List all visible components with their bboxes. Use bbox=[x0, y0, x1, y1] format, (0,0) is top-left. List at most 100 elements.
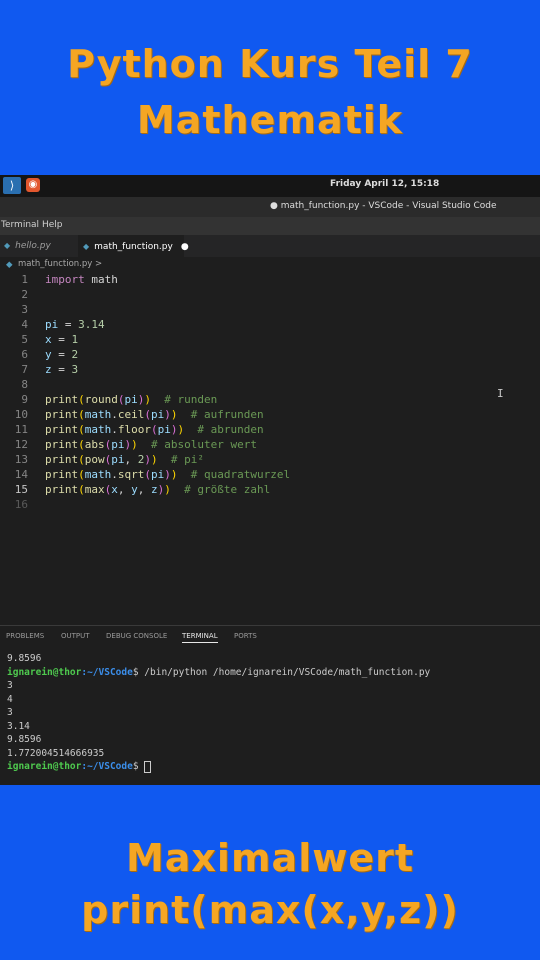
line-number: 8 bbox=[21, 378, 28, 391]
code-line: 13 print(pow(pi, 2)) # pi² bbox=[0, 452, 540, 467]
code-token: pi bbox=[45, 318, 59, 331]
system-clock[interactable]: Friday April 12, 15:18 bbox=[330, 179, 439, 189]
breadcrumb-file[interactable]: math_function.py > bbox=[18, 259, 102, 269]
code-token: = bbox=[58, 333, 65, 346]
terminal-line: 3 bbox=[7, 707, 13, 718]
line-number: 9 bbox=[21, 393, 28, 406]
line-number: 1 bbox=[21, 273, 28, 286]
menu-terminal[interactable]: Terminal bbox=[1, 220, 39, 230]
terminal-line: 4 bbox=[7, 693, 13, 705]
code-token: = bbox=[58, 348, 65, 361]
prompt-path: :~/VSCode bbox=[81, 666, 133, 678]
line-number: 5 bbox=[21, 333, 28, 346]
line-number: 15 bbox=[14, 483, 28, 496]
tab-label: hello.py bbox=[15, 241, 51, 251]
line-number: 7 bbox=[21, 363, 28, 376]
code-line: 11 print(math.floor(pi)) # abrunden bbox=[0, 422, 540, 437]
code-line: 14 print(math.sqrt(pi)) # quadratwurzel bbox=[0, 467, 540, 482]
tab-hello-py[interactable]: ◆ hello.py bbox=[0, 235, 78, 257]
code-comment: # runden bbox=[164, 393, 218, 406]
line-number: 16 bbox=[14, 498, 28, 511]
python-file-icon: ◆ bbox=[4, 241, 11, 250]
window-title: ● math_function.py - VSCode - Visual Stu… bbox=[270, 201, 497, 211]
code-line: 2 bbox=[0, 287, 540, 302]
code-token: z bbox=[45, 363, 52, 376]
banner-caption: Maximalwert bbox=[125, 836, 415, 880]
code-line: 10 print(math.ceil(pi)) # aufrunden bbox=[0, 407, 540, 422]
bottom-panel: PROBLEMS OUTPUT DEBUG CONSOLE TERMINAL P… bbox=[0, 625, 540, 785]
code-line: 5 x = 1 bbox=[0, 332, 540, 347]
tab-terminal[interactable]: TERMINAL bbox=[182, 632, 218, 643]
code-token: = bbox=[64, 318, 72, 331]
code-line: 15 print(max(x, y, z)) # größte zahl bbox=[0, 482, 540, 497]
code-comment: # pi² bbox=[170, 453, 204, 466]
vscode-screenshot: ⟩ ◉ Friday April 12, 15:18 ● math_functi… bbox=[0, 175, 540, 785]
line-number: 12 bbox=[14, 438, 28, 451]
code-token: 3.14 bbox=[78, 318, 105, 331]
prompt-user: ignarein@thor bbox=[7, 761, 82, 772]
prompt-symbol: $ bbox=[132, 761, 139, 772]
code-editor[interactable]: 1 import math 2 3 4 pi = 3.14 5 x = 1 6 y = … bbox=[0, 272, 540, 622]
editor-tabs: ◆ hello.py ◆ math_function.py ● bbox=[0, 235, 540, 257]
ubuntu-icon[interactable]: ◉ bbox=[26, 178, 40, 192]
line-number: 10 bbox=[14, 408, 28, 421]
code-token: math bbox=[91, 273, 118, 286]
panel-tabs: PROBLEMS OUTPUT DEBUG CONSOLE TERMINAL P… bbox=[0, 626, 540, 646]
tab-output[interactable]: OUTPUT bbox=[61, 632, 90, 640]
code-line: 4 pi = 3.14 bbox=[0, 317, 540, 332]
code-line: 3 bbox=[0, 302, 540, 317]
terminal-line: 1.772004514666935 bbox=[7, 747, 105, 759]
system-top-bar: ⟩ ◉ Friday April 12, 15:18 bbox=[0, 175, 540, 197]
terminal-output[interactable]: 9.8596 ignarein@thor:~/VSCode$ /bin/pyth… bbox=[7, 652, 430, 774]
code-comment: # abrunden bbox=[197, 423, 264, 436]
menu-help[interactable]: Help bbox=[42, 220, 63, 230]
python-file-icon: ◆ bbox=[6, 260, 13, 270]
tab-math-function-py[interactable]: ◆ math_function.py ● bbox=[78, 235, 189, 257]
code-comment: # größte zahl bbox=[184, 483, 271, 496]
terminal-prompt-line: ignarein@thor:~/VSCode$ bbox=[7, 760, 430, 774]
window-titlebar: ● math_function.py - VSCode - Visual Stu… bbox=[0, 197, 540, 217]
line-number: 6 bbox=[21, 348, 28, 361]
prompt-path: :~/VSCode bbox=[81, 761, 133, 772]
banner-subtitle: Mathematik bbox=[136, 98, 404, 142]
banner-code: print(max(x,y,z)) bbox=[81, 888, 459, 932]
code-token: import bbox=[45, 273, 85, 286]
code-line: 9 print(round(pi)) # runden bbox=[0, 392, 540, 407]
python-file-icon: ◆ bbox=[83, 242, 90, 251]
code-token: x bbox=[45, 333, 52, 346]
code-token: = bbox=[58, 363, 65, 376]
line-number: 3 bbox=[21, 303, 28, 316]
line-number: 11 bbox=[14, 423, 28, 436]
breadcrumb: ◆ math_function.py > bbox=[0, 257, 540, 273]
terminal-line: 9.8596 bbox=[7, 653, 42, 664]
terminal-command-line: ignarein@thor:~/VSCode$ /bin/python /hom… bbox=[7, 666, 430, 680]
code-comment: # quadratwurzel bbox=[190, 468, 291, 481]
code-token: 2 bbox=[71, 348, 79, 361]
line-number: 14 bbox=[14, 468, 28, 481]
unsaved-dot-icon[interactable]: ● bbox=[181, 242, 189, 252]
terminal-line: 9.8596 bbox=[7, 734, 42, 745]
code-line: 6 y = 2 bbox=[0, 347, 540, 362]
tab-ports[interactable]: PORTS bbox=[234, 632, 257, 640]
tab-problems[interactable]: PROBLEMS bbox=[6, 632, 44, 640]
code-line: 8 bbox=[0, 377, 540, 392]
terminal-command: /bin/python /home/ignarein/VSCode/math_f… bbox=[138, 666, 431, 678]
line-number: 4 bbox=[21, 318, 28, 331]
top-banner: Python Kurs Teil 7 Mathematik bbox=[0, 36, 540, 148]
text-cursor-icon: I bbox=[497, 387, 504, 400]
tab-debug-console[interactable]: DEBUG CONSOLE bbox=[106, 632, 167, 640]
line-number: 2 bbox=[21, 288, 28, 301]
terminal-cursor[interactable] bbox=[144, 760, 152, 773]
code-comment: # absoluter wert bbox=[151, 438, 257, 451]
tab-label: math_function.py bbox=[94, 242, 173, 252]
code-token: y bbox=[45, 348, 52, 361]
terminal-line: 3 bbox=[7, 680, 13, 691]
code-token: 3 bbox=[71, 363, 79, 376]
code-line: 1 import math bbox=[0, 272, 540, 287]
code-line: 16 bbox=[0, 497, 540, 512]
menu-bar: Terminal Help bbox=[0, 217, 540, 236]
line-number: 13 bbox=[14, 453, 28, 466]
vscode-icon[interactable]: ⟩ bbox=[3, 177, 21, 194]
prompt-user: ignarein@thor bbox=[7, 666, 82, 678]
terminal-line: 3.14 bbox=[7, 720, 30, 732]
